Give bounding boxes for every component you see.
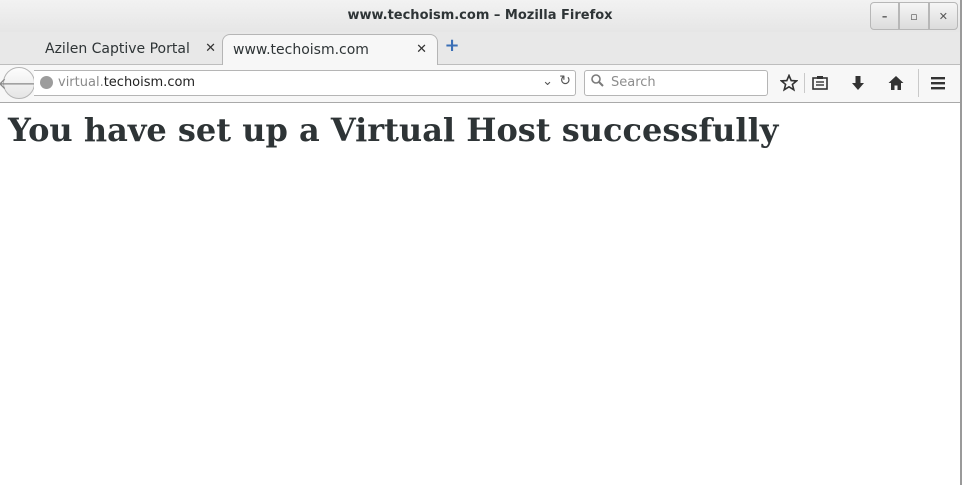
tab-label: www.techoism.com [233, 42, 369, 58]
url-text[interactable]: virtual.techoism.com [58, 75, 195, 90]
globe-icon [40, 76, 53, 89]
reading-list-icon[interactable] [808, 71, 832, 95]
url-domain: techoism.com [103, 75, 196, 90]
page-content: You have set up a Virtual Host successfu… [0, 103, 960, 485]
search-icon [591, 74, 604, 91]
history-dropdown-icon[interactable]: ⌄ [542, 74, 553, 89]
tab-close-icon[interactable]: ✕ [416, 42, 427, 57]
toolbar-separator [804, 73, 805, 93]
bookmark-star-icon[interactable] [777, 71, 801, 95]
search-input[interactable] [611, 75, 761, 90]
tab-label: Azilen Captive Portal [45, 41, 190, 57]
tab-techoism[interactable]: www.techoism.com ✕ [222, 34, 438, 65]
tab-bar: Azilen Captive Portal ✕ www.techoism.com… [0, 32, 960, 65]
window-controls: – ▫ ✕ [870, 2, 958, 30]
back-button[interactable]: 🡐 [0, 67, 40, 99]
page-heading: You have set up a Virtual Host successfu… [8, 111, 779, 149]
search-box[interactable] [584, 70, 768, 96]
close-window-button[interactable]: ✕ [928, 2, 958, 30]
maximize-button[interactable]: ▫ [899, 2, 929, 30]
url-subdomain: virtual. [58, 75, 104, 90]
title-bar: www.techoism.com – Mozilla Firefox – ▫ ✕ [0, 0, 960, 32]
tab-close-icon[interactable]: ✕ [205, 41, 216, 56]
window-title: www.techoism.com – Mozilla Firefox [347, 8, 613, 23]
reload-icon[interactable]: ↻ [559, 73, 571, 89]
minimize-button[interactable]: – [870, 2, 900, 30]
download-icon[interactable] [846, 71, 870, 95]
url-bar[interactable]: virtual.techoism.com ⌄ ↻ [34, 70, 576, 96]
tab-azilen-captive-portal[interactable]: Azilen Captive Portal ✕ [8, 34, 220, 64]
home-icon[interactable] [884, 71, 908, 95]
navigation-toolbar: 🡐 virtual.techoism.com ⌄ ↻ [0, 65, 960, 103]
toolbar-separator [918, 69, 919, 97]
new-tab-icon[interactable]: + [444, 37, 460, 55]
menu-icon[interactable] [926, 71, 950, 95]
browser-window: www.techoism.com – Mozilla Firefox – ▫ ✕… [0, 0, 962, 485]
